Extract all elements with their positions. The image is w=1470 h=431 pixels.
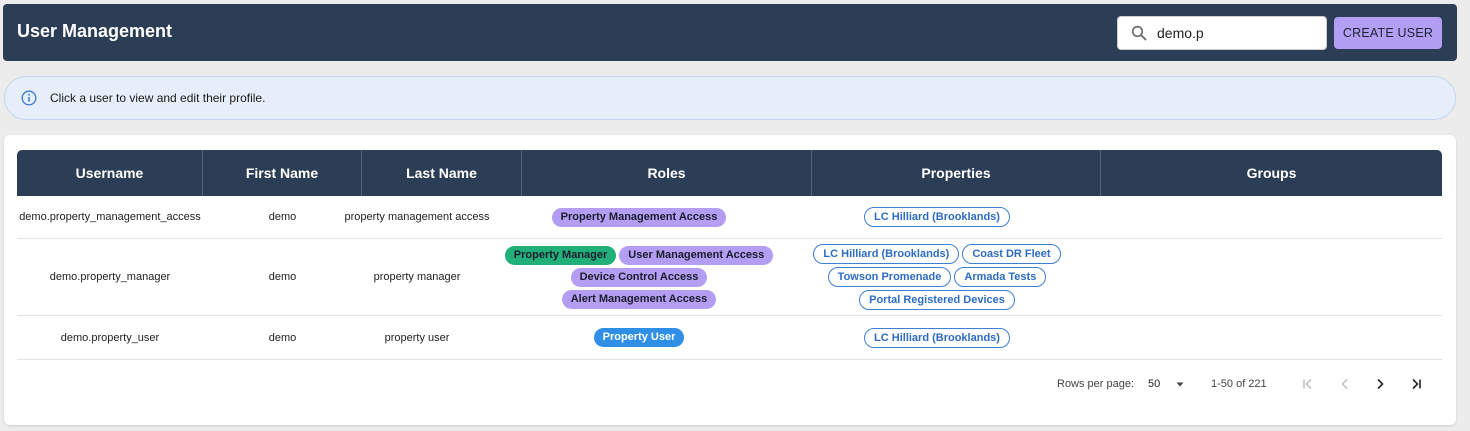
last-page-button[interactable] (1405, 373, 1427, 395)
role-chip: Property Manager (504, 245, 617, 265)
prev-page-icon (1341, 379, 1348, 389)
next-page-button[interactable] (1369, 373, 1391, 395)
role-chip: Property Management Access (551, 207, 727, 227)
info-icon (21, 90, 37, 106)
roles-cell: Property Manager User Management Access … (504, 239, 774, 315)
role-chip: Device Control Access (570, 267, 708, 287)
table-header: Username First Name Last Name Roles Prop… (17, 150, 1442, 196)
rows-per-page-label: Rows per page: (1057, 378, 1135, 390)
username-cell: demo.property_management_access (19, 211, 201, 223)
next-page-icon (1377, 378, 1384, 390)
search-box[interactable] (1117, 16, 1327, 50)
property-chip[interactable]: LC Hilliard (Brooklands) (864, 327, 1010, 348)
property-chip[interactable]: Towson Promenade (827, 267, 952, 287)
username-cell: demo.property_manager (49, 271, 171, 283)
last-name-cell: property user (384, 331, 450, 344)
users-card: Username First Name Last Name Roles Prop… (4, 135, 1456, 425)
app-header: User Management CREATE USER (3, 4, 1457, 61)
users-table: Username First Name Last Name Roles Prop… (17, 150, 1442, 360)
rows-per-page-select[interactable]: 50 (1148, 378, 1160, 390)
groups-cell (1101, 239, 1442, 315)
column-header-last-name[interactable]: Last Name (362, 150, 522, 196)
create-user-button[interactable]: CREATE USER (1334, 17, 1442, 49)
last-name-cell: property manager (373, 271, 461, 283)
role-chip: Alert Management Access (561, 289, 717, 309)
caret-down-icon[interactable] (1174, 378, 1186, 390)
info-banner-text: Click a user to view and edit their prof… (50, 91, 266, 105)
column-header-first-name[interactable]: First Name (203, 150, 362, 196)
search-icon (1131, 25, 1147, 41)
roles-cell: Property User (522, 316, 756, 359)
property-chip[interactable]: Portal Registered Devices (859, 290, 1015, 310)
info-banner: Click a user to view and edit their prof… (4, 76, 1456, 120)
search-input[interactable] (1157, 25, 1307, 41)
page-range: 1-50 of 221 (1211, 378, 1267, 390)
groups-cell (1101, 316, 1442, 359)
property-chip[interactable]: LC Hilliard (Brooklands) (813, 244, 960, 264)
first-page-button[interactable] (1297, 373, 1319, 395)
properties-cell: LC Hilliard (Brooklands) (812, 196, 1062, 238)
first-page-icon (1303, 379, 1312, 389)
groups-cell (1101, 196, 1442, 238)
properties-cell: LC Hilliard (Brooklands) (812, 316, 1062, 359)
column-header-groups[interactable]: Groups (1101, 150, 1442, 196)
table-row[interactable]: demo.property_user demo property user Pr… (17, 316, 1442, 360)
properties-cell: LC Hilliard (Brooklands) Coast DR Fleet … (812, 239, 1062, 315)
table-row[interactable]: demo.property_management_access demo pro… (17, 196, 1442, 239)
property-chip[interactable]: Armada Tests (954, 267, 1047, 287)
pagination-bar: Rows per page: 50 1-50 of 221 (4, 368, 1456, 400)
table-row[interactable]: demo.property_manager demo property mana… (17, 239, 1442, 316)
property-chip[interactable]: Coast DR Fleet (962, 244, 1061, 264)
column-header-username[interactable]: Username (17, 150, 203, 196)
username-cell: demo.property_user (60, 331, 160, 344)
prev-page-button[interactable] (1334, 373, 1356, 395)
page-title: User Management (17, 21, 173, 41)
role-chip: Property User (593, 328, 685, 347)
roles-cell: Property Management Access (522, 196, 756, 238)
property-chip[interactable]: LC Hilliard (Brooklands) (864, 207, 1010, 227)
last-page-icon (1412, 378, 1421, 390)
role-chip: User Management Access (619, 245, 774, 265)
column-header-roles[interactable]: Roles (522, 150, 812, 196)
last-name-cell: property management access (344, 211, 490, 223)
column-header-properties[interactable]: Properties (812, 150, 1101, 196)
